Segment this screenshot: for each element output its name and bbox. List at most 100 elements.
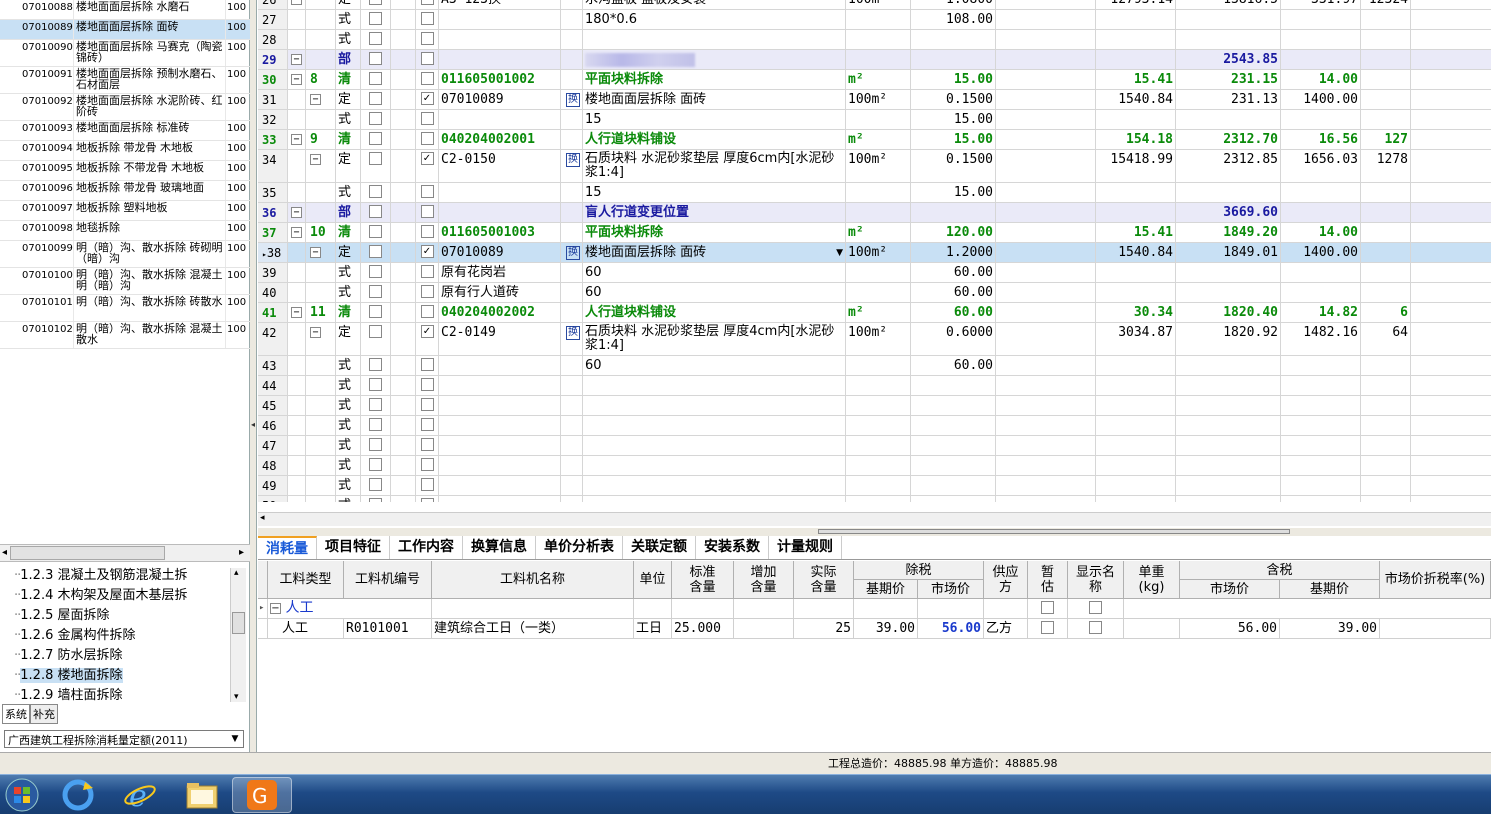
unit-price-cell[interactable] [1096,110,1176,129]
grid-row[interactable]: 36− 部 盲人行道变更位置 3669.60 [258,203,1491,223]
row-number[interactable]: 47 [258,436,288,455]
quota-library-select[interactable]: 广西建筑工程拆除消耗量定额(2011) ▼ [4,730,244,748]
qty-cell[interactable]: 0.6000 [911,323,996,355]
collapse-icon[interactable]: − [310,154,321,165]
conversion-badge[interactable]: 换 [566,93,580,107]
grid-row[interactable]: 50 式 [258,496,1491,502]
conversion-badge[interactable]: 换 [566,326,580,340]
detail-tab[interactable]: 计量规则 [769,536,842,559]
name-cell[interactable] [583,416,846,435]
unit-price-cell[interactable] [1096,376,1176,395]
formula-cell[interactable] [996,30,1096,49]
grid-row[interactable]: 48 式 [258,456,1491,476]
quota-list-item[interactable]: 07010096 地板拆除 带龙骨 玻璃地面 100 [0,181,250,201]
unit-price-cell[interactable] [1096,436,1176,455]
material-price-cell[interactable]: 127 [1361,130,1411,149]
qty-cell[interactable]: 15.00 [911,70,996,89]
detail-tab[interactable]: 项目特征 [317,536,390,559]
col-code-header[interactable]: 工料机编号 [344,561,432,599]
total-price-cell[interactable]: 3669.60 [1176,203,1281,222]
code-cell[interactable] [439,356,561,375]
code-cell[interactable] [439,50,561,69]
col-std-header[interactable]: 标准含量 [672,561,734,599]
material-price-cell[interactable] [1361,223,1411,242]
grid-hscrollbar[interactable]: ◂ [258,512,1491,526]
show-name-checkbox[interactable] [1089,601,1102,614]
unit-price-cell[interactable] [1096,50,1176,69]
labor-price-cell[interactable] [1281,456,1361,475]
tab-supplement[interactable]: 补充 [30,705,58,724]
unit-price-cell[interactable]: 30.34 [1096,303,1176,322]
name-cell[interactable]: 人行道块料铺设 [583,303,846,322]
lock-checkbox[interactable] [369,285,382,298]
resource-row[interactable]: 人工 R0101001 建筑综合工日（一类） 工日 25.000 25 39.0… [258,619,1491,639]
unit-cell[interactable] [846,476,911,495]
grid-row[interactable]: 32 式 15 15.00 [258,110,1491,130]
row-number[interactable]: 46 [258,416,288,435]
grid-row[interactable]: 35 式 15 15.00 [258,183,1491,203]
grid-row[interactable]: 43 式 60 60.00 [258,356,1491,376]
cell-add[interactable] [734,619,794,638]
chapter-tree-vscrollbar[interactable]: ▴ ▾ [230,568,246,702]
collapse-icon[interactable]: − [270,602,281,614]
name-cell[interactable] [583,30,846,49]
collapse-icon[interactable]: − [291,54,302,65]
unit-cell[interactable]: m² [846,70,911,89]
qty-cell[interactable]: 0.1500 [911,90,996,109]
select-checkbox[interactable]: ✓ [420,0,434,5]
lock-checkbox[interactable] [369,72,382,85]
col-add-header[interactable]: 增加含量 [734,561,794,599]
qty-cell[interactable]: 60.00 [911,263,996,282]
formula-cell[interactable] [996,476,1096,495]
name-cell[interactable] [583,376,846,395]
labor-price-cell[interactable]: 14.00 [1281,223,1361,242]
total-price-cell[interactable] [1176,30,1281,49]
select-checkbox[interactable]: ✓ [420,152,434,165]
group-row-labor[interactable]: ▸ − 人工 [258,599,1491,619]
unit-cell[interactable]: 100m² [846,323,911,355]
tree-node[interactable]: ··1.2.5 屋面拆除 [0,606,250,626]
select-checkbox[interactable] [420,305,434,318]
material-price-cell[interactable] [1361,496,1411,502]
select-checkbox[interactable] [420,52,434,65]
cell-actual[interactable]: 25 [794,619,854,638]
select-checkbox[interactable] [420,438,434,451]
total-price-cell[interactable]: 1849.01 [1176,243,1281,262]
name-cell[interactable]: 盲人行道变更位置 [583,203,846,222]
collapse-icon[interactable]: − [291,307,302,318]
total-price-cell[interactable] [1176,496,1281,502]
collapse-icon[interactable]: − [310,94,321,105]
labor-price-cell[interactable]: 331.97 [1281,0,1361,9]
scroll-thumb[interactable] [10,546,165,560]
row-number[interactable]: 45 [258,396,288,415]
lock-checkbox[interactable] [369,32,382,45]
labor-price-cell[interactable] [1281,496,1361,502]
lock-checkbox[interactable] [369,438,382,451]
select-checkbox[interactable] [420,418,434,431]
material-price-cell[interactable] [1361,456,1411,475]
labor-price-cell[interactable] [1281,50,1361,69]
formula-cell[interactable] [996,396,1096,415]
lock-checkbox[interactable] [369,185,382,198]
lock-checkbox[interactable] [369,398,382,411]
row-number[interactable]: 26 [258,0,288,9]
col-market-header[interactable]: 市场价 [918,580,984,599]
lock-checkbox[interactable] [369,458,382,471]
formula-cell[interactable] [996,496,1096,502]
col-tax-base-header[interactable]: 基期价 [1280,580,1380,599]
conversion-badge[interactable]: 换 [566,246,580,260]
material-price-cell[interactable] [1361,110,1411,129]
formula-cell[interactable] [996,283,1096,302]
col-temp-header[interactable]: 暂估 [1028,561,1068,599]
row-number[interactable]: 49 [258,476,288,495]
select-checkbox[interactable] [420,185,434,198]
name-cell[interactable]: 60 [583,263,846,282]
cell-std[interactable]: 25.000 [672,619,734,638]
total-price-cell[interactable]: 2312.70 [1176,130,1281,149]
col-name-header[interactable]: 工料机名称 [432,561,634,599]
labor-price-cell[interactable] [1281,110,1361,129]
name-cell[interactable]: 60 [583,356,846,375]
row-number[interactable]: 36 [258,203,288,222]
taskbar-explorer[interactable] [172,777,232,813]
unit-price-cell[interactable]: 154.18 [1096,130,1176,149]
